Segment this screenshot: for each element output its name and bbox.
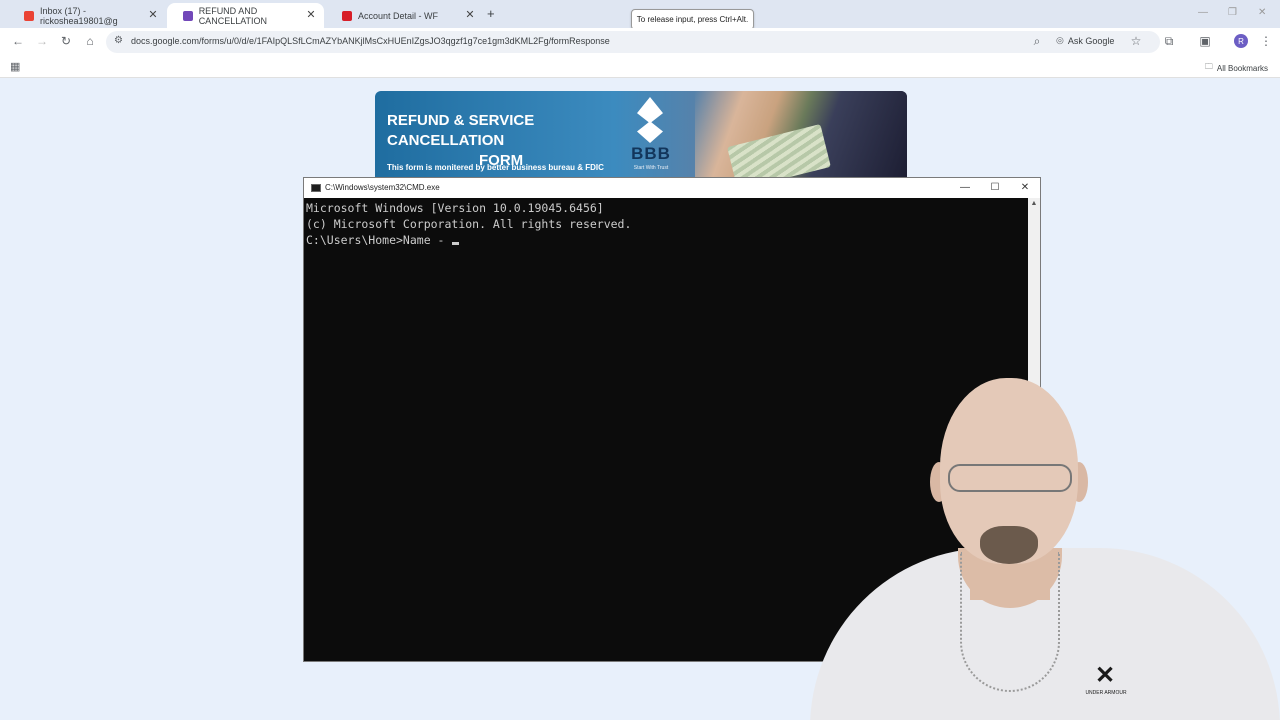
console-line: Microsoft Windows [Version 10.0.19045.64… — [306, 201, 604, 215]
person-beard — [980, 526, 1038, 564]
address-bar[interactable]: ⚙ docs.google.com/forms/u/0/d/e/1FAIpQLS… — [106, 31, 1160, 53]
close-window-icon[interactable]: ✕ — [1258, 7, 1266, 18]
ask-google-label: Ask Google — [1067, 35, 1115, 46]
banner-title-line1: REFUND & SERVICE CANCELLATION — [387, 112, 535, 149]
minimize-window-icon[interactable]: — — [1198, 7, 1208, 18]
ask-google-button[interactable]: ◎ Ask Google — [1056, 35, 1114, 46]
google-lens-icon: ◎ — [1056, 35, 1064, 45]
back-icon[interactable]: ← — [10, 34, 26, 48]
extensions-icon[interactable]: ⧉ — [1161, 34, 1177, 49]
tab-label: Account Detail - WF — [358, 10, 439, 21]
bbb-tagline: Start With Trust — [633, 165, 669, 171]
bbb-logo-text: BBB — [631, 144, 671, 163]
necklace — [960, 552, 1060, 692]
all-bookmarks-label: All Bookmarks — [1216, 63, 1268, 73]
console-line: (c) Microsoft Corporation. All rights re… — [306, 217, 632, 231]
bbb-logo: BBB Start With Trust — [619, 97, 683, 177]
eyeglasses — [948, 464, 1072, 492]
wells-fargo-icon — [342, 10, 352, 21]
release-input-tooltip: To release input, press Ctrl+Alt. — [631, 9, 754, 30]
shirt-brand-text: UNDER ARMOUR — [1085, 690, 1127, 696]
maximize-window-icon[interactable]: ❐ — [1228, 7, 1237, 18]
side-panel-icon[interactable]: ▣ — [1197, 34, 1213, 48]
browser-toolbar: ← → ↻ ⌂ ⚙ docs.google.com/forms/u/0/d/e/… — [0, 28, 1280, 56]
bookmarks-bar: ▦ 🗀 All Bookmarks — [0, 56, 1280, 78]
home-icon[interactable]: ⌂ — [82, 34, 98, 48]
menu-icon[interactable]: ⋮ — [1258, 34, 1274, 48]
close-tab-icon[interactable]: ✕ — [463, 8, 477, 21]
cmd-minimize-button[interactable]: — — [954, 181, 976, 195]
google-forms-icon — [183, 10, 193, 21]
browser-tab-strip: Inbox (17) - rickoshea19801@g ✕ REFUND A… — [0, 0, 1280, 30]
gmail-icon — [24, 10, 34, 21]
webcam-overlay: ✕ UNDER ARMOUR — [770, 370, 1280, 720]
folder-icon: 🗀 — [1204, 62, 1213, 71]
cmd-maximize-button[interactable]: ☐ — [984, 181, 1006, 195]
bbb-torch-icon — [637, 97, 663, 143]
banner-title: REFUND & SERVICE CANCELLATION FORM — [387, 111, 647, 171]
url-text: docs.google.com/forms/u/0/d/e/1FAIpQLSfL… — [131, 36, 610, 46]
text-cursor — [452, 242, 460, 245]
tab-refund-form[interactable]: REFUND AND CANCELLATION ✕ — [167, 3, 324, 28]
console-prompt: C:\Users\Home>Name - — [306, 233, 452, 247]
cmd-icon — [311, 184, 321, 192]
close-tab-icon[interactable]: ✕ — [304, 8, 318, 21]
cmd-close-button[interactable]: ✕ — [1014, 181, 1036, 195]
scroll-up-arrow-icon[interactable]: ▲ — [1028, 200, 1040, 207]
avatar[interactable]: R — [1234, 34, 1248, 48]
all-bookmarks-button[interactable]: 🗀 All Bookmarks — [1205, 61, 1268, 75]
close-tab-icon[interactable]: ✕ — [146, 8, 160, 21]
forward-icon[interactable]: → — [34, 34, 50, 48]
site-info-icon[interactable]: ⚙ — [114, 35, 123, 46]
cmd-title: C:\Windows\system32\CMD.exe — [325, 183, 440, 192]
tab-gmail-inbox[interactable]: Inbox (17) - rickoshea19801@g ✕ — [8, 3, 166, 28]
cmd-titlebar[interactable]: C:\Windows\system32\CMD.exe — ☐ ✕ — [304, 178, 1040, 198]
bookmark-star-icon[interactable]: ☆ — [1128, 34, 1144, 48]
apps-grid-icon[interactable]: ▦ — [10, 60, 20, 73]
tab-account-detail[interactable]: Account Detail - WF ✕ — [326, 3, 483, 28]
banner-subtitle: This form is monitered by better busines… — [387, 163, 604, 172]
zoom-icon[interactable]: ⌕ — [1029, 34, 1045, 49]
console-prompt-line[interactable]: C:\Users\Home>Name - — [306, 232, 1026, 248]
form-header-banner: REFUND & SERVICE CANCELLATION FORM This … — [375, 91, 907, 183]
reload-icon[interactable]: ↻ — [58, 34, 74, 48]
new-tab-button[interactable]: + — [487, 6, 495, 21]
under-armour-logo-icon: ✕ — [1094, 662, 1116, 689]
